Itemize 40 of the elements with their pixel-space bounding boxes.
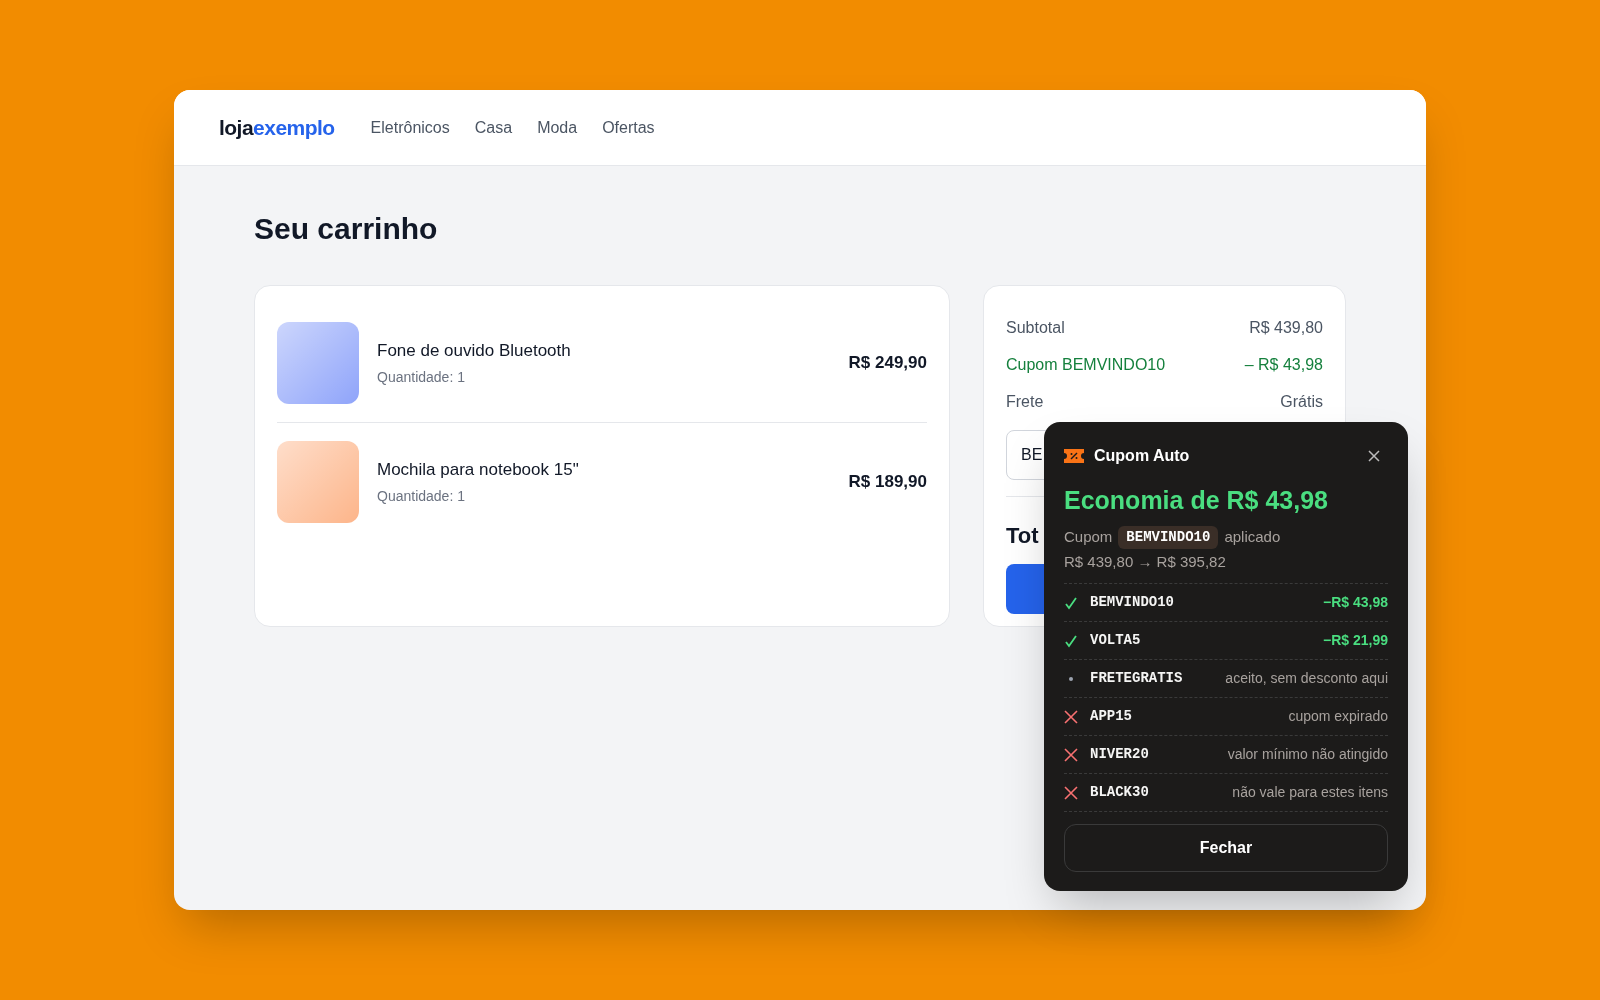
- applied-label: aplicado: [1224, 526, 1281, 547]
- product-name: Mochila para notebook 15": [377, 458, 580, 481]
- coupon-result: aceito, sem desconto aqui: [1225, 669, 1388, 688]
- savings-heading: Economia de R$ 43,98: [1064, 485, 1329, 516]
- coupon-code: BEMVINDO10: [1090, 593, 1174, 612]
- coupon-result: valor mínimo não atingido: [1227, 745, 1388, 764]
- coupon-ticket-icon: [1064, 449, 1084, 463]
- summary-value: – R$ 43,98: [1244, 355, 1323, 375]
- coupon-result: −R$ 43,98: [1323, 593, 1388, 612]
- nav-link[interactable]: Eletrônicos: [370, 115, 450, 140]
- coupon-code: NIVER20: [1090, 745, 1149, 764]
- total-label: Tot: [1006, 523, 1039, 548]
- summary-value: Grátis: [1280, 392, 1323, 412]
- summary-value: R$ 439,80: [1249, 318, 1323, 338]
- applied-code: BEMVINDO10: [1118, 525, 1219, 549]
- product-quantity: Quantidade: 1: [377, 487, 466, 507]
- product-quantity: Quantidade: 1: [377, 368, 466, 388]
- coupon-code: BLACK30: [1090, 783, 1149, 802]
- nav-link[interactable]: Ofertas: [602, 115, 655, 140]
- coupon-result: não vale para estes itens: [1232, 783, 1388, 802]
- coupon-result: −R$ 21,99: [1323, 631, 1388, 650]
- product-price: R$ 189,90: [848, 471, 927, 494]
- coupon-code: VOLTA5: [1090, 631, 1141, 650]
- coupon-result: cupom expirado: [1288, 707, 1388, 726]
- applied-label: Cupom: [1064, 526, 1113, 547]
- store-logo[interactable]: lojaexemplo: [219, 111, 335, 144]
- product-name: Fone de ouvido Bluetooth: [377, 339, 572, 362]
- summary-label: Cupom BEMVINDO10: [1006, 355, 1166, 375]
- nav-link[interactable]: Moda: [537, 115, 578, 140]
- close-icon[interactable]: [1368, 450, 1380, 462]
- close-button[interactable]: Fechar: [1064, 824, 1388, 872]
- coupon-code: FRETEGRATIS: [1090, 669, 1183, 688]
- nav-link[interactable]: Casa: [474, 115, 513, 140]
- price-change: R$ 439,80 → R$ 395,82: [1064, 551, 1227, 572]
- popup-title: Cupom Auto: [1094, 446, 1190, 466]
- summary-label: Frete: [1006, 392, 1044, 412]
- summary-label: Subtotal: [1006, 318, 1065, 338]
- product-price: R$ 249,90: [848, 352, 927, 375]
- page-title: Seu carrinho: [254, 211, 439, 247]
- coupon-code: APP15: [1090, 707, 1132, 726]
